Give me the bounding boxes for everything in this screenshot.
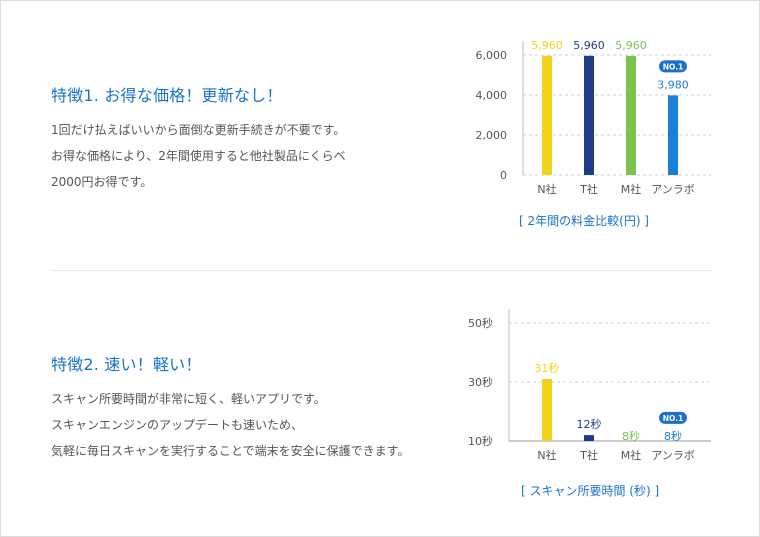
no1-badge-label: NO.1 <box>663 414 684 423</box>
data-label: 8秒 <box>622 429 640 443</box>
feature-2-description: スキャン所要時間が非常に短く、軽いアプリです。 スキャンエンジンのアップデートも… <box>51 386 409 464</box>
section-divider <box>51 270 711 271</box>
category-label: M社 <box>621 448 642 462</box>
feature-2-title: 特徴2. 速い！軽い！ <box>51 355 202 374</box>
y-tick-label: 10秒 <box>468 434 493 448</box>
bar-4 <box>668 95 678 175</box>
bar-2 <box>584 435 594 441</box>
feature-1-line: 1回だけ払えばいいから面倒な更新手続きが不要です。 <box>51 123 346 137</box>
data-label: 31秒 <box>535 361 560 375</box>
bar-3 <box>626 55 636 175</box>
feature-2-line: スキャン所要時間が非常に短く、軽いアプリです。 <box>51 392 326 406</box>
bar-1 <box>542 379 552 441</box>
feature-2-line: 気軽に毎日スキャンを実行することで端末を安全に保護できます。 <box>51 444 410 458</box>
y-tick-label: 6,000 <box>476 49 508 62</box>
y-tick-label: 0 <box>500 169 507 182</box>
page-frame: 特徴1. お得な価格！更新なし！ 1回だけ払えばいいから面倒な更新手続きが不要で… <box>0 0 760 537</box>
y-tick-label: 2,000 <box>476 129 508 142</box>
category-label: N社 <box>537 182 556 196</box>
data-label: 5,960 <box>615 39 647 52</box>
scan-chart-caption: [ スキャン所要時間 (秒) ] <box>521 484 660 498</box>
feature-1-line: 2000円お得です。 <box>51 175 153 189</box>
data-label: 3,980 <box>657 78 689 91</box>
y-tick-label: 50秒 <box>468 316 493 330</box>
feature-1-description: 1回だけ払えばいいから面倒な更新手続きが不要です。 お得な価格により、2年間使用… <box>51 117 346 195</box>
category-label: M社 <box>621 182 642 196</box>
data-label: 8秒 <box>664 429 682 443</box>
data-label: 5,960 <box>573 39 605 52</box>
price-comparison-chart: 0 2,000 4,000 6,000 5,960 N社 5,960 T社 5,960 M社 3,9… <box>476 39 711 196</box>
feature-1-line: お得な価格により、2年間使用すると他社製品にくらべ <box>51 149 346 163</box>
bar-1 <box>542 55 552 175</box>
category-label: アンラボ <box>651 183 695 196</box>
y-tick-label: 30秒 <box>468 375 493 389</box>
feature-1-title: 特徴1. お得な価格！更新なし！ <box>51 86 283 105</box>
data-label: 12秒 <box>577 417 602 431</box>
feature-2-line: スキャンエンジンのアップデートも速いため、 <box>51 418 304 432</box>
price-chart-caption: [ 2年間の料金比較(円) ] <box>519 214 649 228</box>
category-label: T社 <box>579 182 598 196</box>
bar-2 <box>584 55 594 175</box>
category-label: N社 <box>537 448 556 462</box>
data-label: 5,960 <box>531 39 563 52</box>
no1-badge-label: NO.1 <box>663 62 684 71</box>
scan-time-chart: 10秒30秒50秒31秒N社12秒T社8秒M社8秒アンラボNO.1 <box>468 309 711 462</box>
category-label: アンラボ <box>651 449 695 462</box>
category-label: T社 <box>579 448 598 462</box>
y-tick-label: 4,000 <box>476 89 508 102</box>
